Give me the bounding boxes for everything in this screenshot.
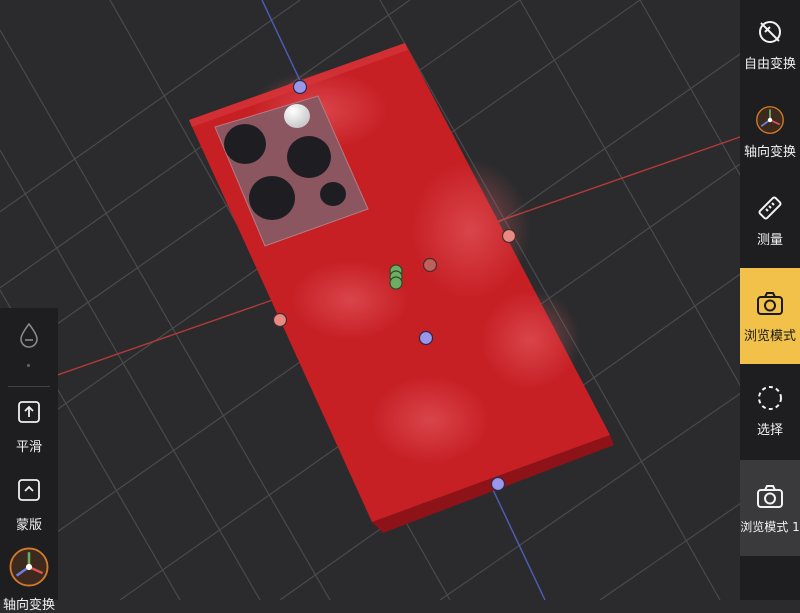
divider-dot [27, 364, 30, 367]
tool-mask[interactable]: 蒙版 [0, 478, 58, 533]
tool-label: 平滑 [15, 440, 42, 455]
tool-label: 轴向变换 [2, 598, 55, 613]
tool-label: 蒙版 [15, 518, 42, 533]
tool-label: 测量 [756, 232, 783, 248]
camera-icon [755, 289, 785, 319]
tool-label: 选择 [756, 422, 783, 438]
tool-label: 浏览模式 1 [740, 519, 800, 534]
left-toolbar: 平滑 蒙版 轴向变换 [0, 308, 58, 613]
tool-smooth[interactable]: 平滑 [0, 400, 58, 455]
gizmo-handle-bottom[interactable] [490, 476, 506, 492]
flash-icon [284, 104, 310, 128]
tool-axis-transform-left[interactable]: 轴向变换 [0, 546, 58, 613]
tool-browse-mode-1[interactable]: 浏览模式 1 [740, 460, 800, 556]
axis-gizmo-icon [8, 546, 50, 592]
tool-label: 浏览模式 [743, 328, 796, 344]
3d-viewport[interactable] [0, 0, 800, 600]
gizmo-handle-left[interactable] [272, 312, 288, 328]
gizmo-handle-center-red[interactable] [422, 257, 438, 273]
gizmo-handle-right[interactable] [501, 228, 517, 244]
gizmo-handle-center-blue[interactable] [418, 330, 434, 346]
camera-lens-2 [287, 136, 331, 178]
camera-icon [755, 482, 785, 512]
tool-select[interactable]: 选择 [740, 366, 800, 454]
camera-lens-4 [320, 182, 346, 206]
gizmo-handle-green-3[interactable] [389, 276, 403, 290]
camera-lens-3 [249, 176, 295, 220]
tool-label: 轴向变换 [743, 144, 796, 160]
drop-icon [18, 322, 40, 352]
ruler-icon [755, 193, 785, 223]
upload-square-icon [17, 400, 41, 428]
tool-axis-transform[interactable]: 轴向变换 [740, 88, 800, 176]
axis-gizmo-icon [755, 105, 785, 135]
tool-label: 自由变换 [743, 56, 796, 72]
gizmo-handle-top[interactable] [292, 79, 308, 95]
tool-drop[interactable] [0, 322, 58, 352]
dashed-circle-icon [755, 383, 785, 413]
tool-measure[interactable]: 测量 [740, 176, 800, 264]
camera-lens-1 [224, 124, 266, 164]
tool-free-transform[interactable]: 自由变换 [740, 0, 800, 88]
free-transform-icon [755, 17, 785, 47]
caret-square-icon [17, 478, 41, 506]
tool-browse-mode[interactable]: 浏览模式 [740, 268, 800, 364]
divider [8, 386, 50, 387]
right-toolbar: 自由变换 轴向变换 测量 浏览模式 选择 浏览模式 1 [740, 0, 800, 600]
